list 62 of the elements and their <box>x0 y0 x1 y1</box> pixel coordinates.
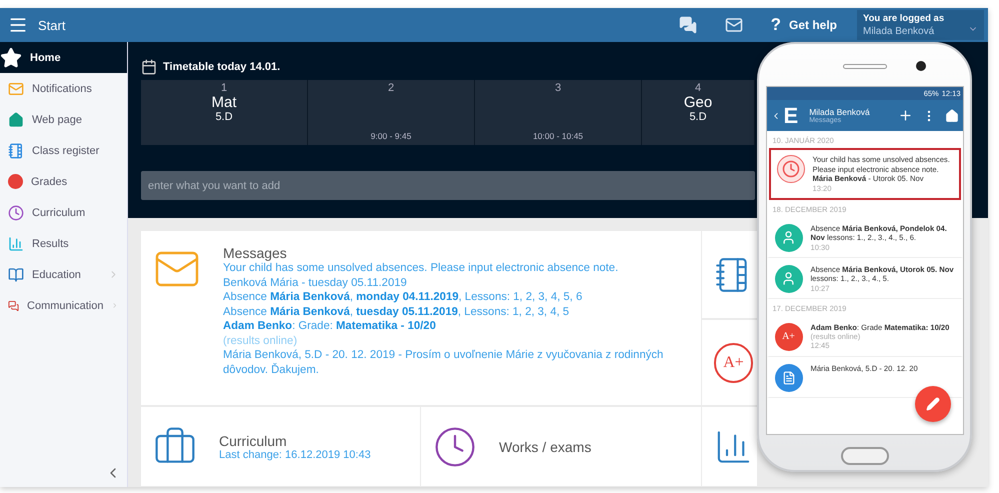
card-title: Curriculum <box>219 432 288 448</box>
camera-lens <box>916 61 926 71</box>
card-title: Works / exams <box>499 438 592 454</box>
timetable-cell[interactable]: 1 Mat 5.D <box>141 80 308 145</box>
home-button[interactable] <box>840 447 888 465</box>
star-icon <box>0 46 22 68</box>
message-text: Benková Mária - tuesday 05.11.2019 <box>223 276 408 290</box>
sidebar-item[interactable]: Notifications <box>0 73 127 104</box>
add-input-field[interactable]: enter what you want to add <box>141 171 755 200</box>
message-text: Your child has some unsolved absences. Please input electronic absence note. <box>223 261 620 276</box>
card-title: Messages <box>223 245 288 261</box>
results-card[interactable] <box>702 407 757 486</box>
timetable-cell[interactable]: 2 9:00 - 9:45 <box>308 80 475 145</box>
sidebar-item[interactable]: Curriculum <box>0 197 127 228</box>
message-text: Mária Benková, 5.D - 20. 12. 2019 - Prosím o uvoľnenie Márie z vyučovania z rodinných dôvodov. Ďakujem. <box>223 348 664 377</box>
message-text: Absence Mária Benková, monday 04.11.2019, Lessons: 1, 2, 3, 4, 5, 6 <box>223 290 584 304</box>
mail-icon[interactable] <box>724 16 743 34</box>
module-card[interactable]: A+ <box>702 320 757 405</box>
app-title: Milada Benková <box>809 107 871 117</box>
timetable-cell[interactable]: 4 Geo 5.D <box>642 80 755 145</box>
message-text: (results online) <box>223 334 298 348</box>
timetable-title: Timetable today 14.01. <box>163 61 280 73</box>
help-link[interactable]: Get help <box>788 18 837 32</box>
sidebar-item[interactable]: Class register <box>0 135 127 166</box>
message-text: Adam Benko: Grade: Matematika - 10/20 <box>223 319 437 334</box>
add-icon[interactable] <box>898 108 912 123</box>
sidebar-item[interactable]: Education <box>0 259 127 290</box>
sidebar-item[interactable]: Grades <box>0 166 127 197</box>
page-title: Start <box>38 18 66 32</box>
notebook-icon <box>8 142 24 158</box>
account-dropdown[interactable]: You are logged as Milada Benková <box>857 10 984 40</box>
sidebar-item[interactable]: Communication <box>0 290 127 321</box>
sidebar-item[interactable]: Web page <box>0 104 127 135</box>
book-icon <box>8 266 24 282</box>
module-card[interactable]: Curriculum Last change: 16.12.2019 10:43 <box>141 407 420 486</box>
message-text: Absence Mária Benková, tuesday 05.11.2019, Lessons: 1, 2, 3, 4, 5 <box>223 304 570 319</box>
timetable-cell[interactable]: 3 10:00 - 10:45 <box>475 80 642 145</box>
bar-chart-icon <box>8 236 24 252</box>
clock-icon <box>8 204 24 220</box>
document-icon <box>774 364 802 392</box>
messages-card[interactable] <box>141 231 701 405</box>
logo: E <box>784 102 798 128</box>
sidebar-item[interactable]: Home <box>0 42 127 73</box>
grade-badge: A+ <box>714 342 753 382</box>
home-icon[interactable] <box>944 108 958 122</box>
house-icon <box>8 112 24 128</box>
speaker-grille <box>842 64 886 69</box>
grade-badge: A+ <box>774 322 802 350</box>
module-card[interactable] <box>702 231 757 318</box>
calendar-icon <box>141 59 157 75</box>
card-subtitle: Last change: 16.12.2019 10:43 <box>219 448 371 460</box>
pencil-icon <box>926 397 940 411</box>
envelope-icon <box>8 80 24 96</box>
module-card[interactable]: Works / exams <box>421 407 701 486</box>
help-icon[interactable]: ? <box>770 15 781 35</box>
compose-button[interactable] <box>914 386 950 422</box>
clock-icon <box>433 424 477 468</box>
clock-icon <box>776 155 804 183</box>
person-icon <box>774 264 802 292</box>
chat-icon[interactable] <box>678 16 697 34</box>
person-icon <box>774 224 802 252</box>
sidebar-item[interactable]: Results <box>0 228 127 259</box>
